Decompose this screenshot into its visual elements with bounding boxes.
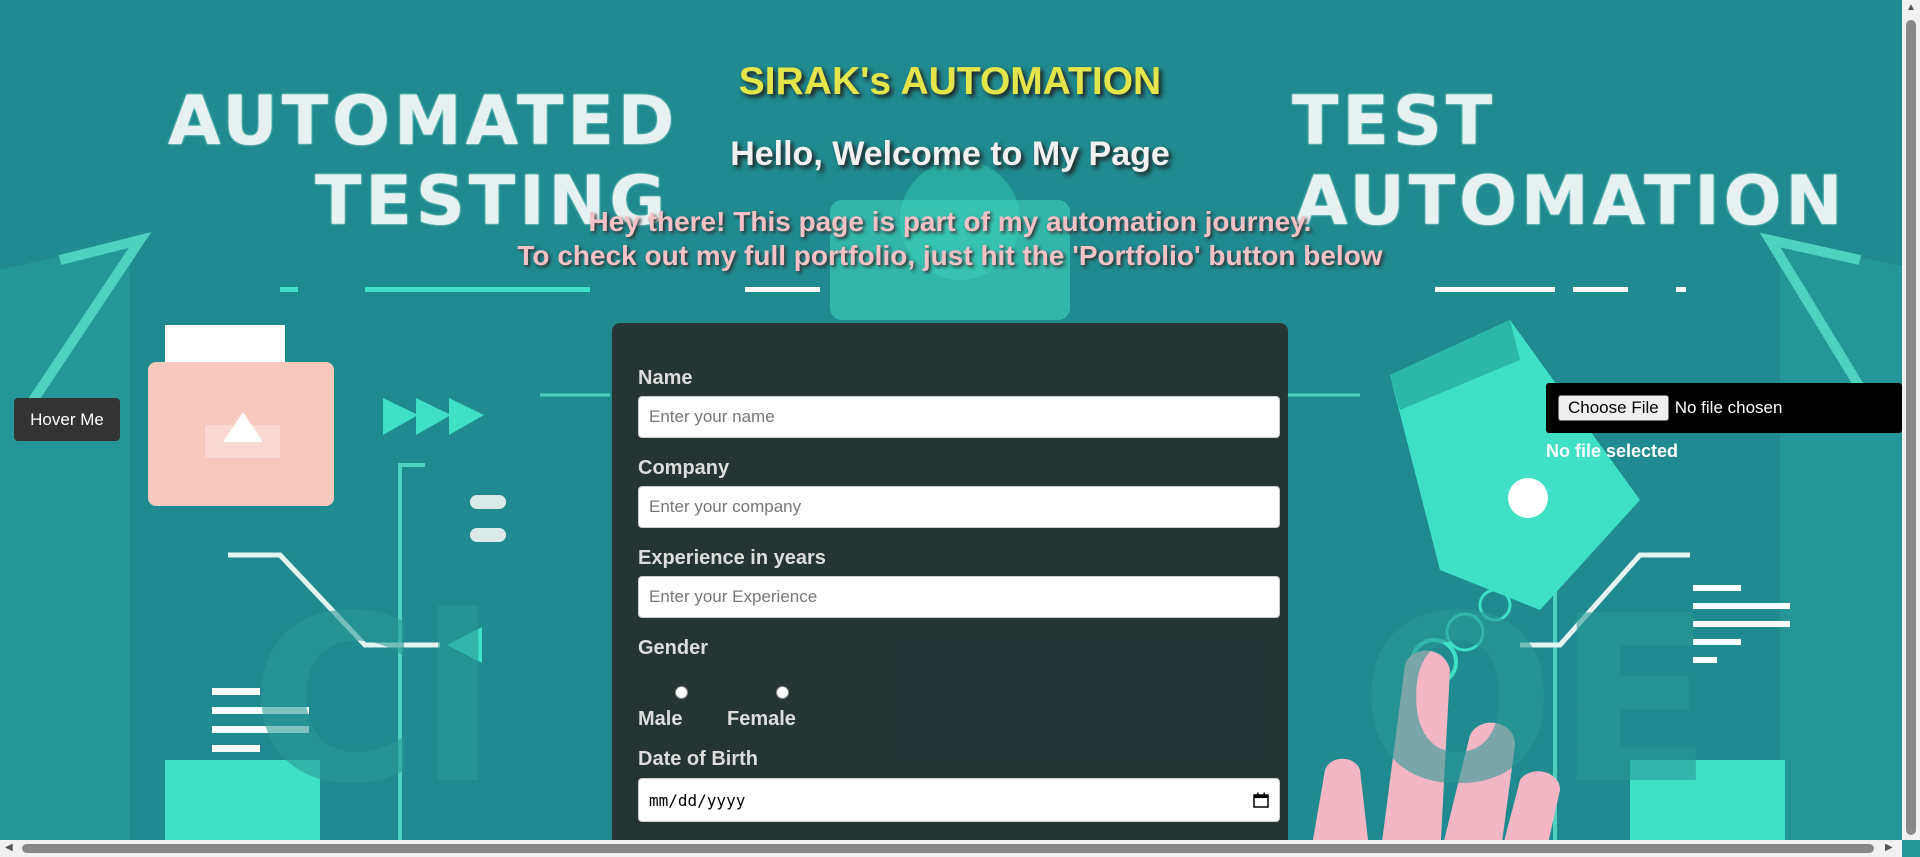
experience-input[interactable] bbox=[638, 576, 1280, 618]
hover-me-button[interactable]: Hover Me bbox=[14, 398, 120, 441]
scroll-right-arrow-icon[interactable]: ▶ bbox=[1885, 842, 1893, 853]
name-input[interactable] bbox=[638, 396, 1280, 438]
scroll-up-arrow-icon[interactable]: ▲ bbox=[1906, 2, 1916, 13]
dob-input[interactable]: mm/dd/yyyy bbox=[638, 778, 1280, 822]
gender-male-label: Male bbox=[638, 708, 683, 730]
file-selected-text: No file selected bbox=[1546, 441, 1679, 461]
svg-text:Cl: Cl bbox=[250, 568, 498, 835]
scroll-left-arrow-icon[interactable]: ◀ bbox=[5, 842, 13, 853]
file-upload-input[interactable]: Choose File No file chosen bbox=[1546, 383, 1902, 433]
horizontal-scrollbar[interactable]: ◀ ▶ bbox=[0, 840, 1902, 857]
experience-label: Experience in years bbox=[638, 547, 826, 569]
file-status-text: No file chosen bbox=[1674, 398, 1783, 417]
intro-text: Hey there! This page is part of my autom… bbox=[0, 205, 1900, 273]
registration-form: Name Company Experience in years Gender … bbox=[612, 323, 1288, 857]
welcome-heading: Hello, Welcome to My Page bbox=[730, 135, 1170, 173]
gender-female-radio[interactable] bbox=[776, 686, 789, 699]
gender-label: Gender bbox=[638, 637, 709, 659]
vertical-scrollbar[interactable]: ▲ bbox=[1902, 0, 1920, 840]
gender-male-radio[interactable] bbox=[675, 686, 688, 699]
intro-line-2: To check out my full portfolio, just hit… bbox=[517, 240, 1383, 271]
name-label: Name bbox=[638, 367, 693, 389]
svg-text:OE: OE bbox=[1360, 568, 1713, 835]
gender-female-label: Female bbox=[727, 708, 796, 730]
company-input[interactable] bbox=[638, 486, 1280, 528]
site-title: SIRAK's AUTOMATION bbox=[738, 60, 1162, 103]
dob-label: Date of Birth bbox=[638, 748, 758, 770]
intro-line-1: Hey there! This page is part of my autom… bbox=[588, 206, 1312, 237]
choose-file-button[interactable]: Choose File bbox=[1558, 395, 1669, 421]
dob-placeholder: mm/dd/yyyy bbox=[649, 790, 746, 810]
company-label: Company bbox=[638, 457, 730, 479]
calendar-icon[interactable] bbox=[1253, 792, 1269, 808]
horizontal-scroll-thumb[interactable] bbox=[22, 844, 1874, 853]
vertical-scroll-thumb[interactable] bbox=[1906, 20, 1916, 835]
